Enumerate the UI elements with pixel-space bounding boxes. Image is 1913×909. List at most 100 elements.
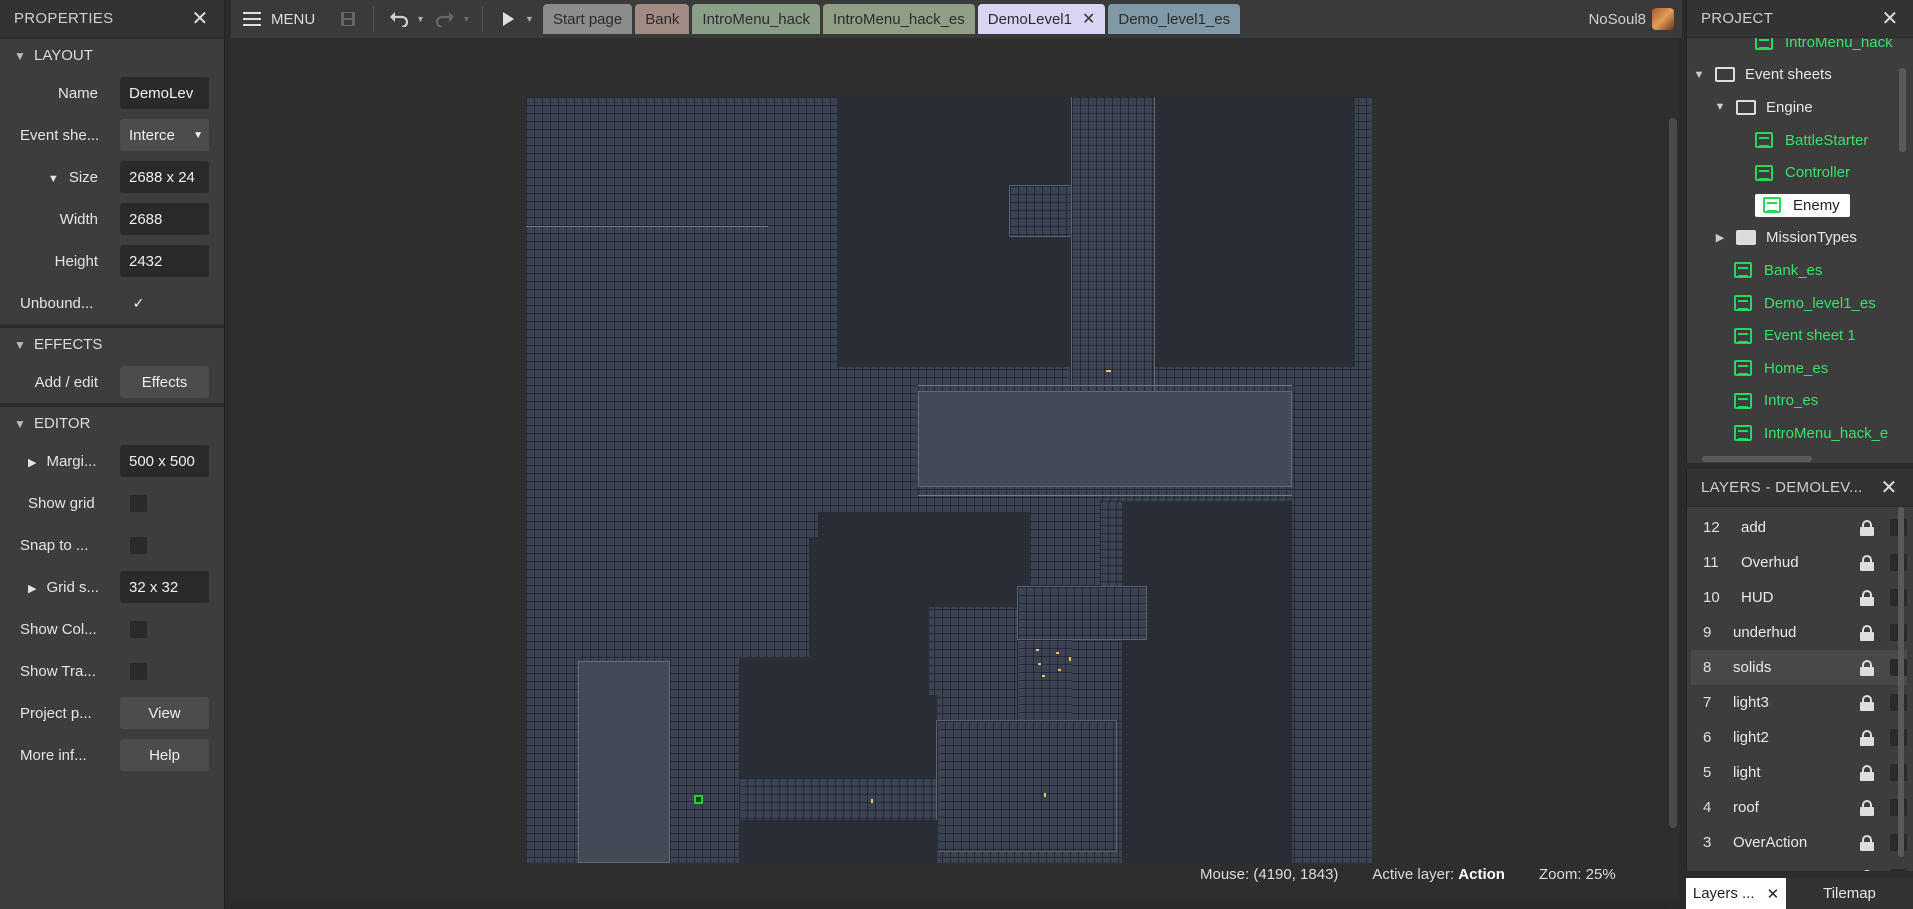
undo-icon[interactable] xyxy=(382,4,416,34)
collapse-triangle-icon[interactable]: ▼ xyxy=(1712,101,1728,113)
layer-row[interactable]: 2Action ✓ xyxy=(1691,860,1907,871)
tab-bank[interactable]: Bank xyxy=(635,4,690,34)
effects-section-header[interactable]: ▼ EFFECTS xyxy=(0,327,224,361)
save-icon[interactable] xyxy=(331,4,365,34)
project-tree-item[interactable]: Home_es xyxy=(1687,352,1902,385)
lock-icon[interactable] xyxy=(1860,834,1874,851)
scrollbar-thumb[interactable] xyxy=(1898,507,1904,857)
layer-row[interactable]: 7 light3 xyxy=(1691,685,1907,720)
project-vertical-scrollbar[interactable] xyxy=(1897,38,1909,458)
layer-visibility-checkbox[interactable]: ✓ xyxy=(1890,869,1907,871)
tab-intromenu-hack[interactable]: IntroMenu_hack xyxy=(692,4,820,34)
layer-row[interactable]: 10 HUD xyxy=(1691,580,1907,615)
tab-demo-level1-es[interactable]: Demo_level1_es xyxy=(1108,4,1241,34)
grid-size-field[interactable]: 32 x 32 xyxy=(120,571,209,603)
object-marker[interactable] xyxy=(1056,652,1059,654)
expand-triangle-icon[interactable]: ▶ xyxy=(1712,231,1728,244)
editor-section-header[interactable]: ▼ EDITOR xyxy=(0,406,224,440)
tab-intromenu-hack-es[interactable]: IntroMenu_hack_es xyxy=(823,4,975,34)
lock-icon[interactable] xyxy=(1860,659,1874,676)
effects-button[interactable]: Effects xyxy=(120,366,209,398)
canvas-horizontal-scrollbar[interactable] xyxy=(231,900,1667,909)
margins-label[interactable]: ▶ Margi... xyxy=(0,453,120,470)
close-icon[interactable]: ✕ xyxy=(1880,8,1900,30)
tab-demolevel1[interactable]: DemoLevel1 ✕ xyxy=(977,4,1106,34)
player-sprite[interactable] xyxy=(694,795,703,804)
close-icon[interactable]: ✕ xyxy=(1879,477,1899,499)
layer-row[interactable]: 5 light xyxy=(1691,755,1907,790)
tab-tilemap[interactable]: Tilemap xyxy=(1786,878,1913,909)
layout-section-header[interactable]: ▼ LAYOUT xyxy=(0,38,224,72)
project-tree-item[interactable]: Enemy xyxy=(1687,189,1902,222)
lock-icon[interactable] xyxy=(1860,869,1874,871)
object-marker[interactable] xyxy=(1106,370,1111,372)
lock-icon[interactable] xyxy=(1860,589,1874,606)
redo-dropdown-icon[interactable]: ▼ xyxy=(462,14,474,24)
lock-icon[interactable] xyxy=(1860,554,1874,571)
project-tree-item[interactable]: Intro_es xyxy=(1687,385,1902,418)
project-tree-item[interactable]: BattleStarter xyxy=(1687,124,1902,157)
tab-start-page[interactable]: Start page xyxy=(543,4,633,34)
layer-row[interactable]: 4 roof xyxy=(1691,790,1907,825)
object-marker[interactable] xyxy=(1058,669,1061,671)
object-marker[interactable] xyxy=(1042,675,1045,677)
lock-icon[interactable] xyxy=(1860,624,1874,641)
show-col-checkbox[interactable] xyxy=(130,620,147,638)
height-field[interactable]: 2432 xyxy=(120,245,209,277)
margins-field[interactable]: 500 x 500 xyxy=(120,445,209,477)
object-marker[interactable] xyxy=(1038,663,1041,665)
undo-dropdown-icon[interactable]: ▼ xyxy=(416,14,428,24)
layer-row[interactable]: 12 add xyxy=(1691,510,1907,545)
close-tab-icon[interactable]: ✕ xyxy=(1082,9,1095,29)
name-field[interactable]: DemoLev xyxy=(120,77,209,109)
canvas-vertical-scrollbar[interactable] xyxy=(1667,38,1679,900)
size-label[interactable]: ▼ Size xyxy=(0,169,120,186)
layer-row[interactable]: 9 underhud xyxy=(1691,615,1907,650)
tilemap-layout[interactable] xyxy=(526,97,1372,863)
close-icon[interactable]: ✕ xyxy=(1767,885,1780,903)
lock-icon[interactable] xyxy=(1860,729,1874,746)
layer-row[interactable]: 11 Overhud xyxy=(1691,545,1907,580)
lock-icon[interactable] xyxy=(1860,764,1874,781)
scrollbar-thumb[interactable] xyxy=(1899,68,1906,152)
object-marker[interactable] xyxy=(1069,657,1071,661)
snap-to-checkbox[interactable] xyxy=(130,536,147,554)
project-tree-item[interactable]: IntroMenu_hack_e xyxy=(1687,417,1902,450)
project-tree-item[interactable]: Event sheet 1 xyxy=(1687,319,1902,352)
show-grid-checkbox[interactable] xyxy=(130,494,147,512)
play-icon[interactable] xyxy=(491,4,525,34)
project-horizontal-scrollbar[interactable] xyxy=(1686,454,1913,463)
help-button[interactable]: Help xyxy=(120,739,209,771)
play-dropdown-icon[interactable]: ▼ xyxy=(525,14,537,24)
view-button[interactable]: View xyxy=(120,697,209,729)
project-tree-item[interactable]: ▼ Engine xyxy=(1687,91,1902,124)
user-account[interactable]: NoSoul8 xyxy=(1588,8,1682,30)
show-tra-checkbox[interactable] xyxy=(130,662,147,680)
layer-row[interactable]: 3 OverAction xyxy=(1691,825,1907,860)
close-icon[interactable]: ✕ xyxy=(190,8,210,30)
lock-icon[interactable] xyxy=(1860,519,1874,536)
width-field[interactable]: 2688 xyxy=(120,203,209,235)
layer-row[interactable]: 8 solids xyxy=(1691,650,1907,685)
scrollbar-thumb[interactable] xyxy=(1702,456,1812,462)
grid-size-label[interactable]: ▶ Grid s... xyxy=(0,579,120,596)
project-tree-item[interactable]: ▶ MissionTypes xyxy=(1687,222,1902,255)
lock-icon[interactable] xyxy=(1860,694,1874,711)
project-tree-item[interactable]: ▼ Event sheets xyxy=(1687,59,1902,92)
object-marker[interactable] xyxy=(1044,793,1046,797)
object-marker[interactable] xyxy=(871,799,873,803)
project-tree-item[interactable]: Controller xyxy=(1687,156,1902,189)
size-field[interactable]: 2688 x 24 xyxy=(120,161,209,193)
tab-layers[interactable]: Layers ... ✕ xyxy=(1686,878,1786,909)
object-marker[interactable] xyxy=(1036,649,1039,651)
lock-icon[interactable] xyxy=(1860,799,1874,816)
layers-vertical-scrollbar[interactable] xyxy=(1897,507,1907,867)
redo-icon[interactable] xyxy=(428,4,462,34)
collapse-triangle-icon[interactable]: ▼ xyxy=(1691,69,1707,81)
event-sheet-select[interactable]: Interce ▼ xyxy=(120,119,209,151)
project-tree-item[interactable]: Bank_es xyxy=(1687,254,1902,287)
project-tree-item[interactable]: Demo_level1_es xyxy=(1687,287,1902,320)
scrollbar-thumb[interactable] xyxy=(1669,118,1677,828)
layer-row[interactable]: 6 light2 xyxy=(1691,720,1907,755)
unbounded-checkbox[interactable]: ✓ xyxy=(130,295,147,312)
